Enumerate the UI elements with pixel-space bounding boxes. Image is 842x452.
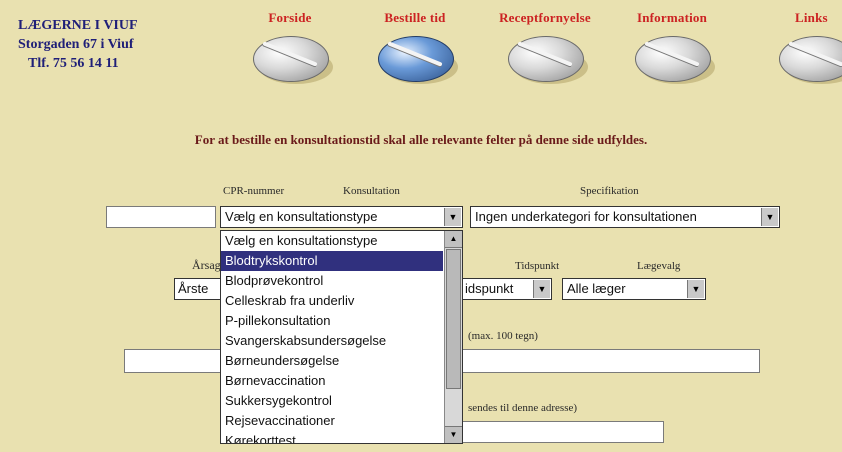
chevron-down-icon[interactable]: ▼: [761, 208, 778, 226]
chevron-down-icon[interactable]: ▼: [533, 280, 550, 298]
top-navigation: Forside Bestille tid Receptfornyelse Inf…: [0, 10, 842, 120]
nav-receptfornyelse[interactable]: Receptfornyelse: [495, 10, 595, 88]
dropdown-option[interactable]: Børneundersøgelse: [221, 351, 443, 371]
pill-icon[interactable]: [506, 30, 588, 88]
nav-label: Information: [636, 10, 708, 25]
aarsag-value: Årste: [178, 281, 209, 296]
scroll-down-icon[interactable]: ▼: [445, 426, 462, 443]
chevron-down-icon[interactable]: ▼: [687, 280, 704, 298]
dropdown-option[interactable]: Celleskrab fra underliv: [221, 291, 443, 311]
tidspunkt-select[interactable]: idspunkt ▼: [462, 278, 552, 300]
specifikation-label: Specifikation: [580, 185, 639, 197]
dropdown-option-highlighted[interactable]: Blodtrykskontrol: [221, 251, 443, 271]
nav-forside[interactable]: Forside: [240, 10, 340, 88]
specifikation-selected: Ingen underkategori for konsultationen: [475, 209, 697, 224]
dropdown-scrollbar[interactable]: ▲ ▼: [444, 231, 462, 443]
chevron-down-icon[interactable]: ▼: [444, 208, 461, 226]
dropdown-option[interactable]: Kørekorttest: [221, 431, 443, 443]
nav-links[interactable]: Links: [755, 10, 842, 88]
dropdown-option[interactable]: Svangerskabsundersøgelse: [221, 331, 443, 351]
cpr-input[interactable]: [106, 206, 216, 228]
comment-label: (max. 100 tegn): [468, 330, 538, 342]
konsultation-dropdown-list[interactable]: Vælg en konsultationstype Blodtrykskontr…: [220, 230, 463, 444]
laegevalg-select[interactable]: Alle læger ▼: [562, 278, 706, 300]
konsultation-select[interactable]: Vælg en konsultationstype ▼: [220, 206, 463, 228]
laegevalg-value: Alle læger: [567, 281, 626, 296]
nav-information[interactable]: Information: [622, 10, 722, 88]
dropdown-option[interactable]: Rejsevaccinationer: [221, 411, 443, 431]
konsultation-selected: Vælg en konsultationstype: [225, 209, 378, 224]
email-label: sendes til denne adresse): [468, 402, 578, 414]
dropdown-option[interactable]: Blodprøvekontrol: [221, 271, 443, 291]
email-input[interactable]: [462, 421, 664, 443]
instruction-text: For at bestille en konsultationstid skal…: [194, 132, 648, 147]
tidspunkt-label: Tidspunkt: [515, 260, 560, 272]
pill-icon[interactable]: [376, 30, 458, 88]
specifikation-select[interactable]: Ingen underkategori for konsultationen ▼: [470, 206, 780, 228]
dropdown-option[interactable]: P-pillekonsultation: [221, 311, 443, 331]
laegevalg-label: Lægevalg: [637, 260, 681, 272]
pill-icon[interactable]: [633, 30, 715, 88]
nav-label: Forside: [268, 10, 312, 25]
scroll-up-icon[interactable]: ▲: [445, 231, 462, 248]
pill-icon[interactable]: [251, 30, 333, 88]
nav-label: Bestille tid: [384, 10, 446, 25]
nav-label: Receptfornyelse: [499, 10, 591, 25]
dropdown-option[interactable]: Børnevaccination: [221, 371, 443, 391]
dropdown-option[interactable]: Sukkersygekontrol: [221, 391, 443, 411]
dropdown-option[interactable]: Vælg en konsultationstype: [221, 231, 443, 251]
aarsag-label: Årsag: [192, 258, 220, 272]
nav-label: Links: [795, 10, 828, 25]
cpr-label: CPR-nummer: [223, 185, 285, 197]
tidspunkt-value: idspunkt: [465, 281, 514, 296]
aarsag-select[interactable]: Årste: [174, 278, 224, 300]
konsultation-label: Konsultation: [343, 185, 400, 197]
nav-bestille-tid[interactable]: Bestille tid: [365, 10, 465, 88]
pill-icon[interactable]: [777, 30, 842, 88]
scrollbar-thumb[interactable]: [446, 249, 461, 389]
